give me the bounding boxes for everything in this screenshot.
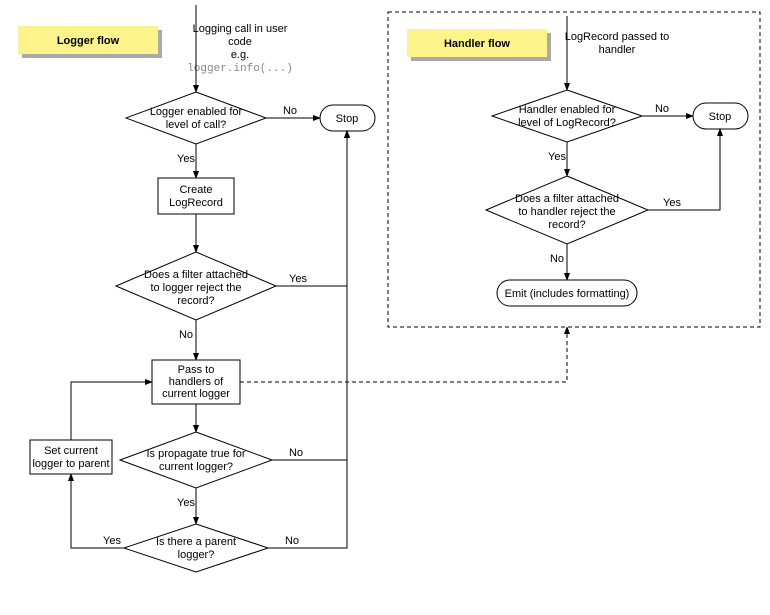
logger-start: Logging call in user code e.g. logger.in…: [187, 23, 293, 75]
svg-text:Does a filter attached: Does a filter attached: [144, 269, 248, 281]
svg-text:handlers of: handlers of: [169, 376, 224, 388]
handler-d1-no-label: No: [655, 103, 669, 115]
svg-text:Is there a parent: Is there a parent: [156, 536, 236, 548]
logger-flow-title: Logger flow: [18, 26, 162, 58]
logger-d3-yes-label: Yes: [177, 497, 195, 509]
svg-text:Does a filter attached: Does a filter attached: [515, 193, 619, 205]
svg-text:to logger reject the: to logger reject the: [150, 282, 241, 294]
svg-text:current logger: current logger: [162, 388, 230, 400]
set-parent-box: Set current logger to parent: [30, 440, 112, 474]
logger-d1-yes-label: Yes: [177, 153, 195, 165]
svg-text:logger?: logger?: [178, 549, 215, 561]
svg-text:Is propagate true for: Is propagate true for: [146, 448, 245, 460]
svg-text:Stop: Stop: [709, 111, 732, 123]
logger-d1-no-label: No: [283, 105, 297, 117]
svg-text:current logger?: current logger?: [159, 461, 233, 473]
svg-text:Pass to: Pass to: [178, 364, 215, 376]
emit-terminator: Emit (includes formatting): [497, 280, 637, 306]
svg-text:Create: Create: [179, 184, 212, 196]
svg-text:Stop: Stop: [336, 113, 359, 125]
handler-stop: Stop: [693, 103, 748, 129]
svg-text:code: code: [228, 36, 252, 48]
logger-d3-no-label: No: [289, 447, 303, 459]
svg-text:logger to parent: logger to parent: [32, 458, 109, 470]
svg-text:Emit (includes formatting): Emit (includes formatting): [505, 288, 630, 300]
svg-text:level of LogRecord?: level of LogRecord?: [518, 117, 616, 129]
logger-stop: Stop: [320, 105, 375, 131]
svg-text:LogRecord passed to: LogRecord passed to: [565, 31, 670, 43]
handler-d2-no-label: No: [550, 253, 564, 265]
create-logrecord-box: Create LogRecord: [158, 178, 234, 214]
svg-text:Logging call in user: Logging call in user: [193, 23, 288, 35]
svg-text:Handler enabled for: Handler enabled for: [519, 104, 616, 116]
handler-flow-title-text: Handler flow: [444, 38, 510, 50]
handler-flow-title: Handler flow: [407, 29, 551, 61]
handler-d1-yes-label: Yes: [548, 151, 566, 163]
logger-d2-no-label: No: [179, 329, 193, 341]
parent-logger-decision: Is there a parent logger?: [124, 524, 268, 572]
handler-d2-yes-label: Yes: [663, 197, 681, 209]
svg-text:logger.info(...): logger.info(...): [187, 63, 293, 75]
svg-text:Logger enabled for: Logger enabled for: [150, 106, 243, 118]
logger-enabled-decision: Logger enabled for level of call?: [126, 92, 266, 144]
svg-text:handler: handler: [599, 44, 636, 56]
logger-d4-no-label: No: [285, 535, 299, 547]
svg-text:Set current: Set current: [44, 445, 98, 457]
svg-text:e.g.: e.g.: [231, 49, 249, 61]
logger-d4-yes-label: Yes: [103, 535, 121, 547]
svg-text:record?: record?: [548, 219, 585, 231]
svg-text:LogRecord: LogRecord: [169, 197, 223, 209]
svg-text:to handler reject the: to handler reject the: [518, 206, 615, 218]
logger-flow-title-text: Logger flow: [57, 35, 120, 47]
propagate-decision: Is propagate true for current logger?: [120, 432, 272, 488]
logger-d2-yes-label: Yes: [289, 273, 307, 285]
svg-text:level of call?: level of call?: [166, 119, 227, 131]
svg-text:record?: record?: [177, 295, 214, 307]
pass-to-handlers-box: Pass to handlers of current logger: [152, 360, 240, 404]
logger-filter-decision: Does a filter attached to logger reject …: [116, 252, 276, 320]
